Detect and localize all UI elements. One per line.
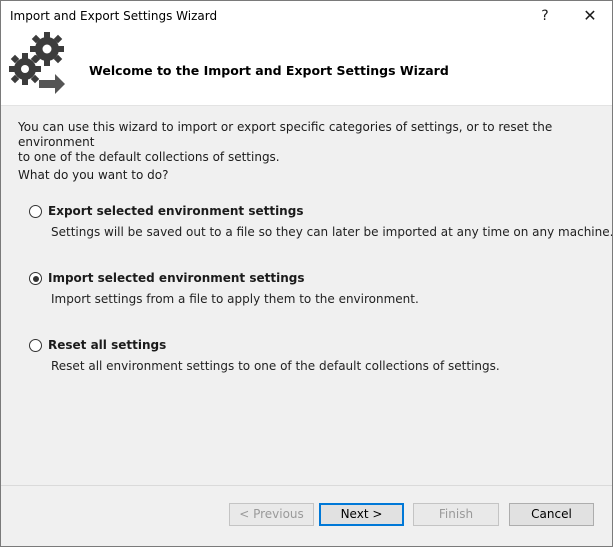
- option-export-description: Settings will be saved out to a file so …: [51, 225, 613, 239]
- wizard-title: Welcome to the Import and Export Setting…: [89, 63, 449, 78]
- window-title: Import and Export Settings Wizard: [10, 9, 218, 23]
- import-radio[interactable]: [29, 272, 42, 285]
- reset-radio[interactable]: [29, 339, 42, 352]
- footer-divider: [1, 485, 612, 486]
- close-icon[interactable]: ✕: [575, 5, 605, 27]
- import-export-settings-wizard: Import and Export Settings Wizard ? ✕ We…: [0, 0, 613, 547]
- question-label: What do you want to do?: [18, 168, 169, 182]
- option-export-label[interactable]: Export selected environment settings: [48, 204, 303, 218]
- title-bar: Import and Export Settings Wizard ? ✕: [1, 1, 612, 31]
- intro-line-1: You can use this wizard to import or exp…: [18, 120, 553, 149]
- export-radio[interactable]: [29, 205, 42, 218]
- option-reset-label[interactable]: Reset all settings: [48, 338, 166, 352]
- option-reset-description: Reset all environment settings to one of…: [51, 359, 500, 373]
- next-button[interactable]: Next >: [319, 503, 404, 526]
- wizard-header: Welcome to the Import and Export Setting…: [1, 31, 612, 105]
- intro-line-2: to one of the default collections of set…: [18, 150, 280, 164]
- header-divider: [1, 105, 612, 106]
- gears-arrow-icon: [9, 32, 65, 94]
- cancel-button[interactable]: Cancel: [509, 503, 594, 526]
- intro-text: You can use this wizard to import or exp…: [18, 120, 603, 165]
- radio-selected-dot: [32, 275, 39, 282]
- option-import-description: Import settings from a file to apply the…: [51, 292, 419, 306]
- previous-button[interactable]: < Previous: [229, 503, 314, 526]
- option-import-label[interactable]: Import selected environment settings: [48, 271, 305, 285]
- finish-button[interactable]: Finish: [413, 503, 499, 526]
- help-icon[interactable]: ?: [531, 5, 559, 27]
